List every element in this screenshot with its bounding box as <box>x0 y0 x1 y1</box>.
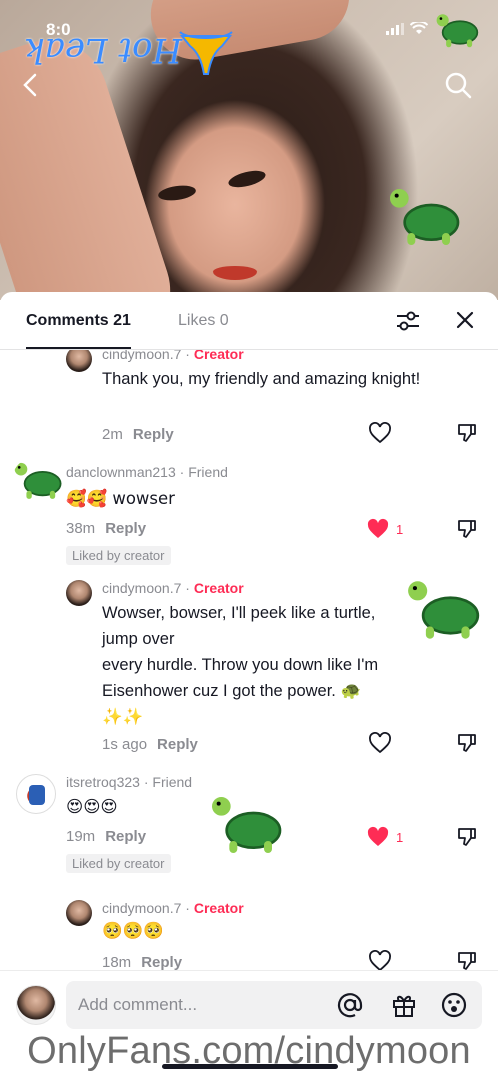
comment-meta: 18m Reply <box>102 954 183 970</box>
comments-list[interactable]: cindymoon.7 · Creator Thank you, my frie… <box>0 350 498 970</box>
video-player[interactable]: 8:0 Hot Leak <box>0 0 498 300</box>
comment-text: Wowser, bowser, I'll peek like a turtle,… <box>102 604 379 726</box>
heart-outline-icon[interactable] <box>368 732 392 754</box>
heart-outline-icon[interactable] <box>368 950 392 970</box>
comment-text: 🥰🥰 wowser <box>66 489 175 508</box>
heart-filled-icon[interactable] <box>366 826 390 848</box>
video-figure-eye <box>226 167 268 191</box>
dislike-icon[interactable] <box>456 518 478 540</box>
avatar <box>16 985 56 1025</box>
comment-username[interactable]: itsretroq323 · Friend <box>66 774 192 790</box>
avatar[interactable] <box>66 580 92 606</box>
list-item: danclownman213 · Friend 🥰🥰 wowser 38m Rep… <box>0 462 498 576</box>
turtle-sticker-icon <box>436 14 479 48</box>
reply-button[interactable]: Reply <box>157 736 198 753</box>
comment-username[interactable]: cindymoon.7 · Creator <box>102 580 244 596</box>
comment-meta: 2m Reply <box>102 426 174 443</box>
comments-tabs: Comments 21 Likes 0 <box>0 292 498 350</box>
tab-comments[interactable]: Comments 21 <box>26 312 131 349</box>
turtle-sticker-icon <box>390 189 460 245</box>
liked-by-creator-badge: Liked by creator <box>66 854 171 873</box>
comment-username[interactable]: cindymoon.7 · Creator <box>102 350 244 362</box>
comment-text: Thank you, my friendly and amazing knigh… <box>102 370 421 388</box>
home-indicator <box>162 1064 338 1069</box>
friend-tag: Friend <box>152 774 193 790</box>
video-figure-eye <box>157 183 197 203</box>
sliders-icon[interactable] <box>396 310 420 332</box>
comments-sheet: Comments 21 Likes 0 cindymoon.7 · Creato… <box>0 292 498 1079</box>
dislike-icon[interactable] <box>456 950 478 970</box>
reply-button[interactable]: Reply <box>105 828 146 845</box>
avatar[interactable] <box>16 774 56 814</box>
list-item: cindymoon.7 · Creator 🥺🥺🥺 18m Reply <box>0 900 498 970</box>
comment-meta: 1s ago Reply <box>102 736 198 753</box>
comment-input[interactable] <box>78 993 328 1017</box>
dislike-icon[interactable] <box>456 422 478 444</box>
comment-text: 😍😍😍 <box>66 797 118 816</box>
turtle-avatar-icon[interactable] <box>12 456 66 504</box>
creator-tag: Creator <box>193 900 244 916</box>
heart-filled-icon[interactable] <box>366 518 390 540</box>
list-item: cindymoon.7 · Creator Wowser, bowser, I'… <box>0 580 498 764</box>
comment-input-box[interactable] <box>66 981 482 1029</box>
creator-tag: Creator <box>193 350 244 362</box>
turtle-sticker-icon <box>408 581 480 639</box>
gift-icon[interactable] <box>390 991 418 1019</box>
comment-text: 🥺🥺🥺 <box>102 921 164 940</box>
chevron-left-icon[interactable] <box>18 72 44 98</box>
comment-meta: 19m Reply <box>66 828 147 845</box>
friend-tag: Friend <box>188 464 228 480</box>
turtle-sticker-icon <box>212 797 282 853</box>
list-item: cindymoon.7 · Creator Thank you, my frie… <box>0 350 498 456</box>
list-item: itsretroq323 · Friend 😍😍😍 19m Reply Liked… <box>0 774 498 892</box>
comment-username[interactable]: danclownman213 · Friend <box>66 464 228 480</box>
comment-username[interactable]: cindymoon.7 · Creator <box>102 900 244 916</box>
avatar[interactable] <box>66 900 92 926</box>
like-count: 1 <box>396 830 404 845</box>
like-count: 1 <box>396 522 404 537</box>
signal-bars-icon <box>386 22 404 35</box>
close-icon[interactable] <box>454 309 476 331</box>
reply-button[interactable]: Reply <box>133 426 174 443</box>
dislike-icon[interactable] <box>456 732 478 754</box>
overlay-logo-text: Hot Leak <box>24 30 183 70</box>
comment-meta: 38m Reply <box>66 520 147 537</box>
emoji-icon[interactable] <box>440 991 468 1019</box>
creator-tag: Creator <box>193 580 244 596</box>
avatar[interactable] <box>66 350 92 372</box>
at-sign-icon[interactable] <box>336 991 364 1019</box>
reply-button[interactable]: Reply <box>141 954 182 970</box>
panties-logo-icon <box>179 31 233 75</box>
dislike-icon[interactable] <box>456 826 478 848</box>
heart-outline-icon[interactable] <box>368 422 392 444</box>
search-icon[interactable] <box>443 70 473 100</box>
footer-watermark: OnlyFans.com/cindymoon <box>27 1030 471 1072</box>
status-icons <box>386 22 428 35</box>
wifi-icon <box>410 22 428 34</box>
video-figure-lips <box>213 266 257 280</box>
reply-button[interactable]: Reply <box>105 520 146 537</box>
liked-by-creator-badge: Liked by creator <box>66 546 171 565</box>
tab-likes[interactable]: Likes 0 <box>178 312 229 330</box>
